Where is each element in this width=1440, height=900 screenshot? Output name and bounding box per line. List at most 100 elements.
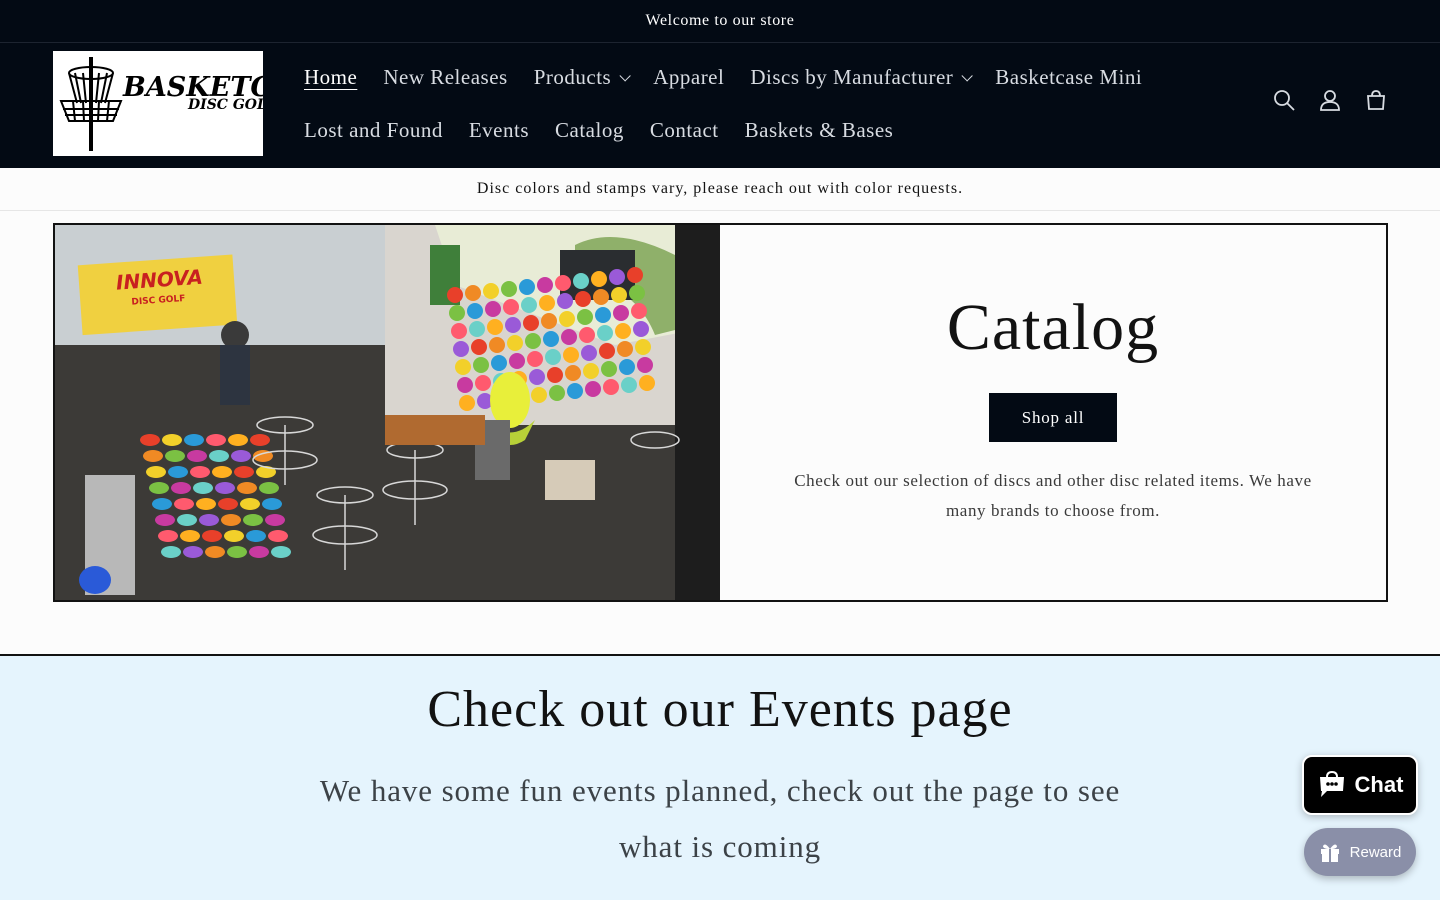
pile-disc — [171, 482, 191, 494]
nav-item-catalog[interactable]: Catalog — [542, 104, 637, 157]
rack-disc — [475, 375, 491, 391]
notice-bar: Disc colors and stamps vary, please reac… — [0, 168, 1440, 211]
pile-disc — [246, 530, 266, 542]
rack-disc — [505, 317, 521, 333]
pile-disc — [196, 498, 216, 510]
pile-disc — [165, 450, 185, 462]
pile-disc — [162, 434, 182, 446]
rack-disc — [583, 363, 599, 379]
rack-disc — [591, 271, 607, 287]
rack-disc — [471, 339, 487, 355]
pile-disc — [149, 482, 169, 494]
rack-disc — [619, 359, 635, 375]
nav-item-label: Catalog — [555, 118, 624, 142]
events-section: Check out our Events page We have some f… — [0, 654, 1440, 900]
rack-disc — [579, 327, 595, 343]
pile-disc — [250, 434, 270, 446]
nav-item-contact[interactable]: Contact — [637, 104, 732, 157]
rack-disc — [577, 309, 593, 325]
search-icon[interactable] — [1272, 88, 1296, 112]
pile-disc — [174, 498, 194, 510]
nav-item-new-releases[interactable]: New Releases — [370, 51, 520, 104]
site-logo[interactable]: BASKETCASE DISC GOLF — [53, 51, 263, 156]
pile-disc — [190, 466, 210, 478]
pile-disc — [237, 482, 257, 494]
nav-item-home[interactable]: Home — [291, 51, 370, 104]
reward-button[interactable]: Reward — [1304, 828, 1416, 876]
store-photo: INNOVA DISC GOLF — [55, 225, 720, 600]
events-title: Check out our Events page — [427, 681, 1013, 738]
rack-disc — [573, 273, 589, 289]
rack-disc — [629, 285, 645, 301]
rack-disc — [521, 297, 537, 313]
rack-disc — [487, 319, 503, 335]
rack-disc — [581, 345, 597, 361]
nav-item-products[interactable]: Products — [521, 51, 641, 104]
pile-disc — [262, 498, 282, 510]
logo-sub-text: DISC GOLF — [187, 97, 263, 113]
rack-disc — [547, 367, 563, 383]
nav-item-label: Products — [533, 65, 612, 89]
pile-disc — [187, 450, 207, 462]
rack-disc — [567, 383, 583, 399]
pile-disc — [180, 530, 200, 542]
pile-disc — [268, 530, 288, 542]
rack-disc — [483, 283, 499, 299]
chevron-down-icon — [961, 69, 974, 82]
pile-disc — [205, 546, 225, 558]
nav-item-events[interactable]: Events — [456, 104, 542, 157]
pile-disc — [183, 546, 203, 558]
rack-disc — [599, 343, 615, 359]
nav-item-lost-and-found[interactable]: Lost and Found — [291, 104, 456, 157]
pile-disc — [152, 498, 172, 510]
rack-disc — [525, 333, 541, 349]
rack-disc — [555, 275, 571, 291]
nav-item-apparel[interactable]: Apparel — [640, 51, 737, 104]
rack-disc — [635, 339, 651, 355]
rack-disc — [595, 307, 611, 323]
nav-item-label: New Releases — [383, 65, 508, 89]
nav-item-label: Discs by Manufacturer — [750, 65, 954, 89]
rack-disc — [449, 305, 465, 321]
pile-disc — [265, 514, 285, 526]
cart-icon[interactable] — [1364, 88, 1388, 112]
pile-disc — [155, 514, 175, 526]
account-icon[interactable] — [1318, 88, 1342, 112]
pile-disc — [206, 434, 226, 446]
rack-disc — [459, 395, 475, 411]
nav-item-label: Baskets & Bases — [744, 118, 894, 142]
rack-disc — [455, 359, 471, 375]
basket-logo-icon: BASKETCASE DISC GOLF — [59, 57, 263, 151]
nav-item-baskets-bases[interactable]: Baskets & Bases — [732, 104, 907, 157]
chat-button[interactable]: Chat — [1302, 755, 1418, 815]
rack-disc — [539, 295, 555, 311]
rack-disc — [621, 377, 637, 393]
nav-item-discs-by-manufacturer[interactable]: Discs by Manufacturer — [737, 51, 982, 104]
rack-disc — [531, 387, 547, 403]
rack-disc — [489, 337, 505, 353]
pile-disc — [209, 450, 229, 462]
rack-disc — [557, 293, 573, 309]
pile-disc — [193, 482, 213, 494]
rack-disc — [537, 277, 553, 293]
pile-disc — [212, 466, 232, 478]
rack-disc — [593, 289, 609, 305]
rack-disc — [447, 287, 463, 303]
rack-disc — [541, 313, 557, 329]
rack-disc — [453, 341, 469, 357]
pile-disc — [161, 546, 181, 558]
pile-disc — [228, 434, 248, 446]
nav-item-basketcase-mini[interactable]: Basketcase Mini — [982, 51, 1155, 104]
reward-label: Reward — [1349, 843, 1402, 861]
rack-disc — [519, 279, 535, 295]
announcement-text: Welcome to our store — [645, 12, 795, 29]
rack-disc — [545, 349, 561, 365]
banner-title: Catalog — [946, 291, 1160, 364]
announcement-bar: Welcome to our store — [0, 0, 1440, 43]
pile-disc — [199, 514, 219, 526]
pile-disc — [218, 498, 238, 510]
rack-disc — [543, 331, 559, 347]
shop-all-button[interactable]: Shop all — [989, 393, 1117, 442]
pile-disc — [221, 514, 241, 526]
rack-disc — [631, 303, 647, 319]
